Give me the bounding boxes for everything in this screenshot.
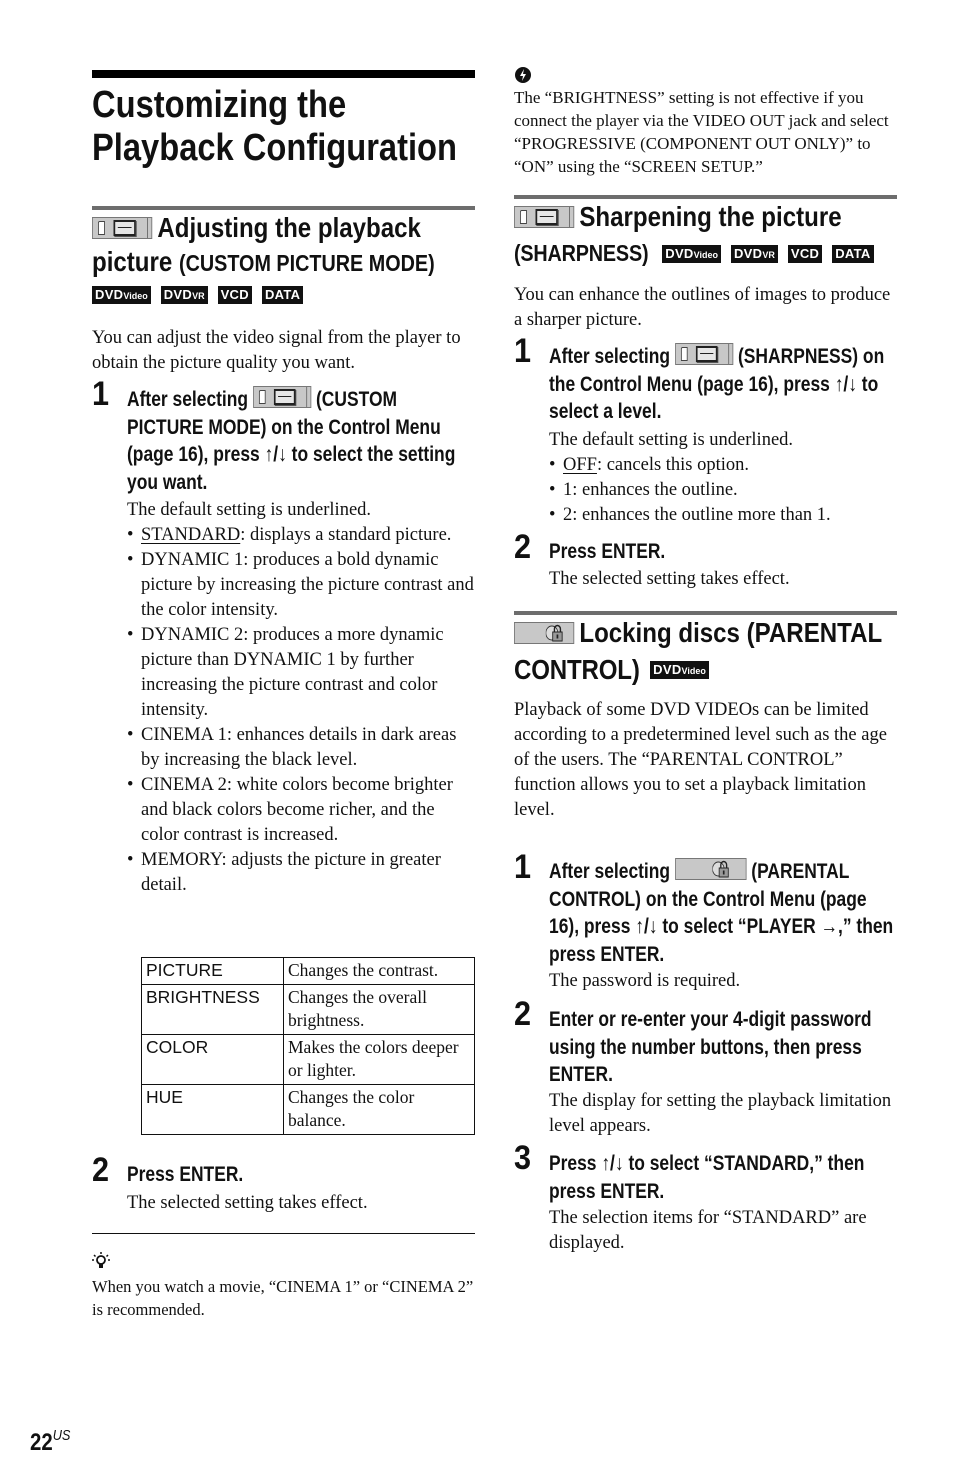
option-item: MEMORY: adjusts the picture in greater d… <box>127 848 477 898</box>
badge-dvd-video: DVDVideo <box>650 661 709 679</box>
step-body: The selected setting takes effect. <box>549 569 790 589</box>
step-heading: Press ENTER. <box>127 1163 244 1186</box>
option-description: : enhances the outline. <box>572 480 738 500</box>
option-item: 1: enhances the outline. <box>549 478 899 503</box>
badge-dvd-vr: DVDVR <box>730 244 778 263</box>
option-item: STANDARD: displays a standard picture. <box>127 523 477 548</box>
settings-table: PICTURE Changes the contrast. BRIGHTNESS Ch… <box>141 957 475 1135</box>
step-heading: After selecting (SHARPNESS) on the Contr… <box>549 343 885 423</box>
option-name: 2 <box>563 505 573 525</box>
divider <box>92 1233 475 1234</box>
section-heading-sharpness: Sharpening the picture <box>514 200 892 234</box>
section-heading-parental: Locking discs (PARENTAL <box>514 616 892 650</box>
option-item: DYNAMIC 2: produces a more dynamic pictu… <box>127 623 477 723</box>
option-item: CINEMA 1: enhances details in dark areas… <box>127 723 477 773</box>
setting-name: COLOR <box>141 1034 284 1085</box>
step-number: 3 <box>514 1139 532 1177</box>
step-body: The default setting is underlined. OFF: … <box>549 428 899 528</box>
option-name: DYNAMIC 1 <box>141 550 244 570</box>
table-row: COLOR Makes the colors deeper or lighter. <box>141 1034 475 1085</box>
step-number: 1 <box>92 375 110 413</box>
step-body: The password is required. <box>549 971 741 991</box>
tip-text: When you watch a movie, “CINEMA 1” or “C… <box>92 1277 474 1319</box>
option-name: MEMORY <box>141 850 222 870</box>
option-item: 2: enhances the outline more than 1. <box>549 503 899 528</box>
option-name: DYNAMIC 2 <box>141 625 244 645</box>
option-item: CINEMA 2: white colors become brighter a… <box>127 773 477 848</box>
intro-paragraph: Playback of some DVD VIDEOs can be limit… <box>514 700 887 820</box>
option-name: STANDARD <box>141 525 241 545</box>
disc-badges: DVDVideo DVDVR VCD DATA <box>92 286 313 305</box>
step-heading: Press ENTER. <box>549 540 666 563</box>
page-number: 22US <box>30 1427 71 1456</box>
step-number: 2 <box>514 995 532 1033</box>
badge-vcd: VCD <box>787 244 823 263</box>
note-text: The “BRIGHTNESS” setting is not effectiv… <box>514 88 889 176</box>
step-body: The selected setting takes effect. <box>127 1193 368 1213</box>
badge-dvd-vr: DVDVR <box>160 286 208 305</box>
sharpness-icon <box>514 206 575 228</box>
step-number: 2 <box>514 528 532 566</box>
badge-dvd-video: DVDVideo <box>662 244 721 263</box>
custom-picture-mode-icon <box>92 217 153 239</box>
step-heading: Enter or re-enter your 4-digit password … <box>549 1008 872 1086</box>
setting-name: HUE <box>141 1084 284 1135</box>
step-heading: After selecting (PARENTAL CONTROL) on th… <box>549 858 894 966</box>
setting-description: Changes the contrast. <box>283 957 475 985</box>
table-row: HUE Changes the color balance. <box>141 1084 475 1135</box>
table-row: PICTURE Changes the contrast. <box>141 957 475 985</box>
parental-lock-icon <box>674 858 747 880</box>
step-heading: Press ↑/↓ to select “STANDARD,” then pre… <box>549 1152 865 1203</box>
option-list: OFF: cancels this option.1: enhances the… <box>549 453 899 528</box>
custom-picture-mode-icon <box>252 386 312 408</box>
option-description: : displays a standard picture. <box>240 525 452 545</box>
step-number: 2 <box>92 1151 110 1189</box>
option-name: OFF <box>563 455 597 475</box>
tip-lightbulb-icon <box>92 1252 110 1268</box>
option-item: OFF: cancels this option. <box>549 453 899 478</box>
section-heading-line2: CONTROL) DVDVideo <box>514 654 719 686</box>
intro-paragraph: You can enhance the outlines of images t… <box>514 285 891 330</box>
option-list: STANDARD: displays a standard picture.DY… <box>127 523 477 898</box>
table-row: BRIGHTNESS Changes the overall brightness… <box>141 984 475 1035</box>
sharpness-icon <box>674 343 734 365</box>
parental-lock-icon <box>514 622 575 644</box>
option-description: : cancels this option. <box>596 455 750 475</box>
step-heading: After selecting (CUSTOM PICTURE MODE) on… <box>127 386 456 494</box>
title-rule <box>92 70 475 78</box>
step-body: The selection items for “STANDARD” are d… <box>549 1208 867 1253</box>
setting-name: BRIGHTNESS <box>141 984 284 1035</box>
page-title: Customizing the Playback Configuration <box>92 84 457 169</box>
section-heading-line2: (SHARPNESS) DVDVideo DVDVR VCD DATA <box>514 240 884 267</box>
badge-data: DATA <box>261 286 304 305</box>
setting-description: Makes the colors deeper or lighter. <box>283 1034 475 1085</box>
badge-vcd: VCD <box>217 286 252 305</box>
setting-name: PICTURE <box>141 957 284 985</box>
section-rule <box>514 611 897 615</box>
step-number: 1 <box>514 848 532 886</box>
note-icon <box>515 67 531 83</box>
section-heading-custom-picture: Adjusting the playback picture (CUSTOM P… <box>92 212 435 277</box>
option-item: DYNAMIC 1: produces a bold dynamic pictu… <box>127 548 477 623</box>
intro-paragraph: You can adjust the video signal from the… <box>92 328 461 373</box>
step-number: 1 <box>514 332 532 370</box>
section-rule <box>92 206 475 210</box>
option-description: : enhances the outline more than 1. <box>572 505 831 525</box>
option-name: 1 <box>563 480 573 500</box>
step-body: The default setting is underlined. STAND… <box>127 498 477 898</box>
step-body: The display for setting the playback lim… <box>549 1091 892 1136</box>
setting-description: Changes the overall brightness. <box>283 984 475 1035</box>
section-rule <box>514 195 897 199</box>
badge-data: DATA <box>832 244 874 263</box>
badge-dvd-video: DVDVideo <box>92 286 151 305</box>
option-name: CINEMA 2 <box>141 775 227 795</box>
setting-description: Changes the color balance. <box>283 1084 475 1135</box>
option-name: CINEMA 1 <box>141 725 227 745</box>
